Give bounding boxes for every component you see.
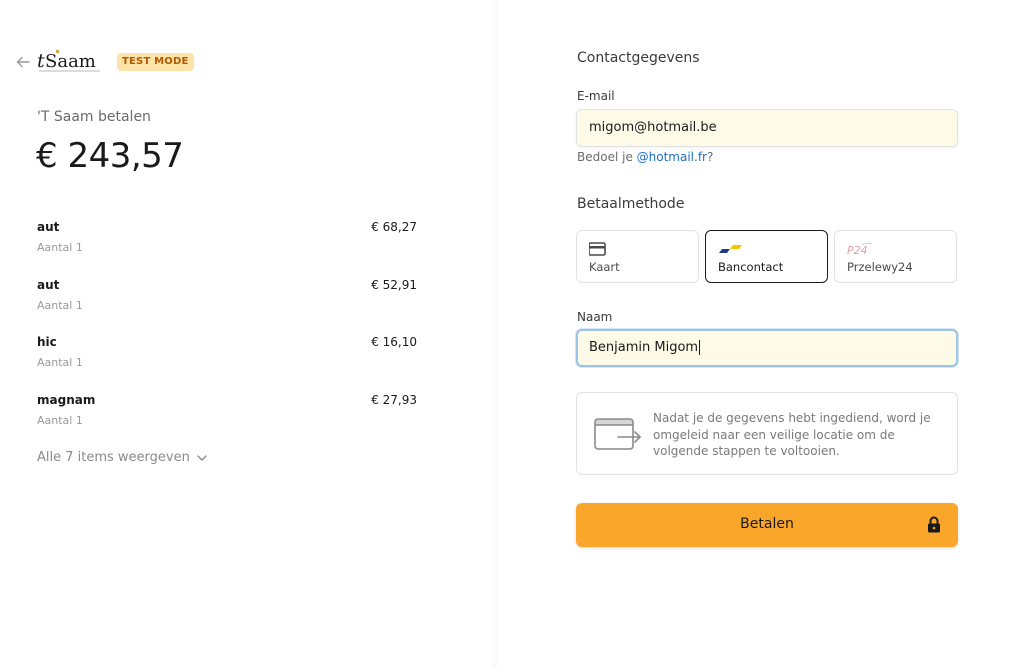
svg-text:Saam: Saam bbox=[45, 51, 96, 72]
payment-method-przelewy24[interactable]: P24 Przelewy24 bbox=[834, 230, 957, 283]
email-label: E-mail bbox=[577, 89, 615, 103]
contact-section-title: Contactgegevens bbox=[577, 50, 700, 66]
svg-text:t: t bbox=[37, 50, 45, 72]
item-price: € 52,91 bbox=[371, 277, 417, 292]
payment-method-bancontact[interactable]: Bancontact bbox=[705, 230, 828, 283]
test-mode-badge: TEST MODE bbox=[117, 53, 194, 71]
redirect-info-text: Nadat je de gegevens hebt ingediend, wor… bbox=[653, 411, 931, 458]
total-amount: € 243,57 bbox=[36, 136, 184, 176]
pay-button[interactable]: Betalen bbox=[576, 503, 958, 547]
show-all-label: Alle 7 items weergeven bbox=[37, 450, 190, 465]
suggestion-prefix: Bedoel je bbox=[577, 150, 637, 164]
item-quantity: Aantal 1 bbox=[37, 413, 83, 427]
item-quantity: Aantal 1 bbox=[37, 298, 83, 312]
email-suggestion: Bedoel je @hotmail.fr? bbox=[577, 150, 713, 164]
item-name: aut bbox=[37, 277, 60, 292]
back-arrow-icon[interactable] bbox=[14, 53, 32, 71]
item-name: hic bbox=[37, 335, 57, 349]
redirect-icon bbox=[594, 418, 641, 450]
chevron-down-icon bbox=[197, 454, 207, 461]
merchant-logo: t Saam bbox=[36, 48, 102, 74]
item-name: aut bbox=[37, 220, 60, 234]
lock-icon bbox=[928, 516, 940, 533]
show-all-items-button[interactable]: Alle 7 items weergeven bbox=[37, 450, 208, 465]
line-item: aut Aantal 1 € 68,27 bbox=[37, 220, 417, 278]
item-quantity: Aantal 1 bbox=[37, 241, 83, 254]
item-price: € 68,27 bbox=[371, 220, 417, 234]
line-item: hic Aantal 1 € 16,10 bbox=[37, 335, 417, 393]
email-input[interactable]: migom@hotmail.be bbox=[576, 109, 958, 147]
payment-method-label: Przelewy24 bbox=[847, 260, 913, 274]
bancontact-icon bbox=[719, 245, 742, 253]
payment-method-label: Bancontact bbox=[718, 260, 784, 274]
redirect-info-box: Nadat je de gegevens hebt ingediend, wor… bbox=[576, 392, 958, 475]
item-price: € 27,93 bbox=[371, 392, 417, 407]
payment-method-label: Kaart bbox=[589, 260, 620, 274]
merchant-name: 'T Saam betalen bbox=[37, 109, 151, 125]
payment-section-title: Betaalmethode bbox=[577, 196, 685, 212]
payment-method-card[interactable]: Kaart bbox=[576, 230, 699, 283]
name-label: Naam bbox=[577, 310, 613, 324]
item-price: € 16,10 bbox=[371, 335, 417, 349]
svg-text:P24: P24 bbox=[847, 244, 868, 256]
card-icon bbox=[589, 242, 606, 256]
item-quantity: Aantal 1 bbox=[37, 356, 83, 369]
text-caret bbox=[699, 340, 701, 355]
item-name: magnam bbox=[37, 392, 96, 407]
pay-button-label: Betalen bbox=[740, 516, 794, 532]
line-item: magnam Aantal 1 € 27,93 bbox=[37, 393, 417, 451]
order-summary-panel: t Saam TEST MODE 'T Saam betalen € 243,5… bbox=[0, 0, 497, 668]
przelewy24-icon: P24 bbox=[847, 242, 873, 256]
name-input[interactable]: Benjamin Migom bbox=[576, 329, 958, 367]
line-items-list: aut Aantal 1 € 68,27 aut Aantal 1 € 52,9… bbox=[37, 220, 417, 450]
suggestion-link[interactable]: @hotmail.fr bbox=[637, 150, 707, 164]
name-value: Benjamin Migom bbox=[589, 340, 699, 355]
suggestion-suffix: ? bbox=[706, 150, 714, 164]
line-item: aut Aantal 1 € 52,91 bbox=[37, 278, 417, 336]
